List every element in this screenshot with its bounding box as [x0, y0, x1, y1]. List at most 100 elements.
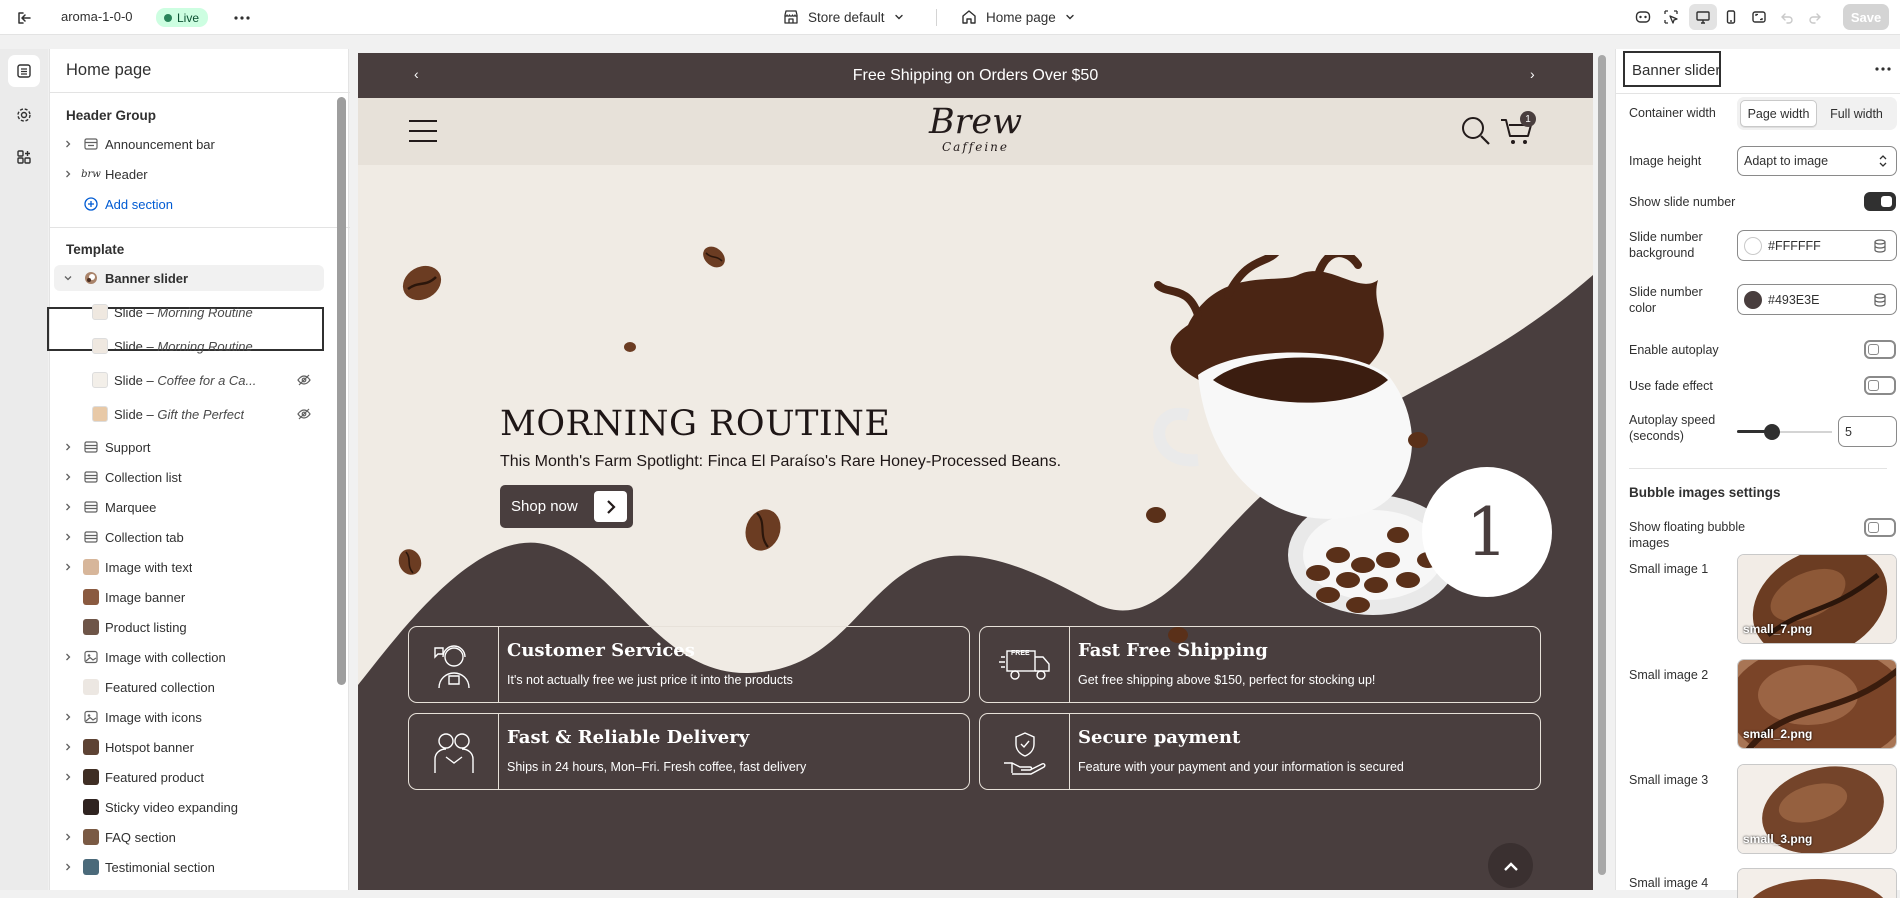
feature-fast-free-shipping[interactable]: FREE Fast Free Shipping Get free shippin… [979, 626, 1541, 703]
chevron-right-icon[interactable] [59, 828, 77, 846]
chevron-right-icon[interactable] [59, 858, 77, 876]
autoplay-speed-slider[interactable] [1737, 424, 1832, 440]
sidebar-item-image-with-text[interactable]: Image with text [54, 554, 324, 580]
chevron-right-icon[interactable] [59, 498, 77, 516]
page-width-option[interactable]: Page width [1740, 100, 1817, 127]
left-rail [0, 49, 48, 890]
chevron-right-icon[interactable] [59, 165, 77, 183]
redo-icon[interactable] [1801, 4, 1829, 30]
people-icon [409, 714, 499, 789]
small-image-picker[interactable]: small_2.png [1737, 659, 1897, 749]
sidebar-item-marquee[interactable]: Marquee [54, 494, 324, 520]
chevron-right-icon[interactable] [59, 768, 77, 786]
desktop-icon[interactable] [1689, 4, 1717, 30]
preview-scroll-thumb[interactable] [1598, 55, 1606, 875]
sidebar-item-support[interactable]: Support [54, 434, 324, 460]
search-icon[interactable] [1461, 116, 1491, 146]
hero-subtitle: This Month's Farm Spotlight: Finca El Pa… [500, 453, 1062, 470]
autoplay-speed-input[interactable]: 5 [1838, 416, 1897, 447]
back-to-top-button[interactable] [1488, 843, 1533, 888]
sidebar-item-slide[interactable]: Slide – Gift the Perfect [86, 401, 324, 427]
slide-number-bg-input[interactable]: #FFFFFF [1737, 230, 1897, 261]
sidebar-item-slide[interactable]: Slide – Coffee for a Ca... [86, 367, 324, 393]
shop-now-button[interactable]: Shop now [500, 485, 633, 528]
sidebar-item-image-with-collection[interactable]: Image with collection [54, 644, 324, 670]
sections-icon[interactable] [8, 55, 40, 87]
sidebar-item-faq-section[interactable]: FAQ section [54, 824, 324, 850]
feature-secure-payment[interactable]: Secure payment Feature with your payment… [979, 713, 1541, 790]
home-icon [960, 8, 978, 26]
slide-number-color-input[interactable]: #493E3E [1737, 284, 1897, 315]
page-selector[interactable]: Home page [960, 8, 1076, 26]
chevron-right-icon[interactable] [59, 468, 77, 486]
feature-customer-services[interactable]: Customer Services It's not actually free… [408, 626, 970, 703]
mobile-icon[interactable] [1717, 4, 1745, 30]
undo-icon[interactable] [1773, 4, 1801, 30]
ai-icon[interactable] [1629, 4, 1657, 30]
exit-icon[interactable] [14, 8, 34, 28]
chevron-right-icon[interactable] [59, 738, 77, 756]
full-width-option[interactable]: Full width [1819, 100, 1894, 127]
save-button[interactable]: Save [1843, 4, 1889, 30]
store-selector[interactable]: Store default [782, 8, 905, 26]
chevron-right-icon[interactable] [59, 708, 77, 726]
apps-icon[interactable] [8, 141, 40, 173]
dynamic-source-icon[interactable] [1872, 292, 1888, 308]
more-options-icon[interactable] [1873, 61, 1893, 77]
sidebar-item-collection-list[interactable]: Collection list [54, 464, 324, 490]
slide-thumbnail-icon [92, 304, 108, 320]
hidden-eye-icon[interactable] [296, 372, 312, 388]
sidebar-item-hotspot-banner[interactable]: Hotspot banner [54, 734, 324, 760]
coffee-bean-icon [398, 549, 422, 575]
announcement-next-icon[interactable]: › [1530, 66, 1535, 82]
inspector-icon[interactable] [1657, 4, 1685, 30]
settings-gear-icon[interactable] [8, 99, 40, 131]
sidebar-item-announcement-bar[interactable]: Announcement bar [54, 131, 324, 157]
show-slide-number-toggle[interactable] [1864, 192, 1896, 211]
sidebar-item-label: Announcement bar [105, 136, 215, 152]
slider-thumb[interactable] [1763, 424, 1780, 440]
color-swatch[interactable] [1744, 237, 1762, 255]
feature-fast-reliable-delivery[interactable]: Fast & Reliable Delivery Ships in 24 hou… [408, 713, 970, 790]
chevron-right-icon[interactable] [59, 648, 77, 666]
sidebar-item-featured-product[interactable]: Featured product [54, 764, 324, 790]
chevron-right-icon[interactable] [59, 528, 77, 546]
sidebar-item-collection-tab[interactable]: Collection tab [54, 524, 324, 550]
floating-bubble-toggle[interactable] [1864, 518, 1896, 537]
dynamic-source-icon[interactable] [1872, 238, 1888, 254]
sidebar-item-image-with-icons[interactable]: Image with icons [54, 704, 324, 730]
sidebar-item-featured-collection[interactable]: Featured collection [54, 674, 324, 700]
arrow-right-icon [594, 491, 627, 522]
sidebar-item-slide[interactable]: Slide – Morning Routine [86, 299, 324, 325]
shop-now-label: Shop now [511, 498, 578, 515]
add-section-button[interactable]: Add section [54, 191, 324, 217]
announcement-bar[interactable]: ‹ Free Shipping on Orders Over $50 › [358, 53, 1593, 98]
sidebar-scrollbar[interactable] [337, 97, 346, 685]
sidebar-item-slide[interactable]: Slide – Morning Routine [86, 333, 324, 359]
small-image-picker[interactable]: small_7.png [1737, 554, 1897, 644]
sidebar-item-banner-slider[interactable]: Banner slider [54, 265, 324, 291]
slide-prefix: Slide – [114, 304, 158, 320]
color-swatch[interactable] [1744, 291, 1762, 309]
sidebar-item-header[interactable]: brw Header [54, 161, 324, 187]
chevron-right-icon[interactable] [59, 558, 77, 576]
image-height-select[interactable]: Adapt to image [1737, 146, 1897, 176]
small-image-picker[interactable] [1737, 868, 1897, 898]
sidebar-item-product-listing[interactable]: Product listing [54, 614, 324, 640]
sidebar-item-image-banner[interactable]: Image banner [54, 584, 324, 610]
small-image-picker[interactable]: small_3.png [1737, 764, 1897, 854]
sidebar-item-testimonial-section[interactable]: Testimonial section [54, 854, 324, 880]
hidden-eye-icon[interactable] [296, 406, 312, 422]
fullscreen-icon[interactable] [1745, 4, 1773, 30]
chevron-down-icon[interactable] [59, 269, 77, 287]
hero-banner[interactable]: MORNING ROUTINE This Month's Farm Spotli… [358, 165, 1593, 890]
sidebar-item-sticky-video-expanding[interactable]: Sticky video expanding [54, 794, 324, 820]
enable-autoplay-toggle[interactable] [1864, 340, 1896, 359]
preview-scrollbar[interactable] [1598, 55, 1606, 875]
fade-effect-toggle[interactable] [1864, 376, 1896, 395]
more-options-icon[interactable] [232, 8, 252, 28]
image-filename: small_7.png [1743, 622, 1813, 636]
chevron-right-icon[interactable] [59, 438, 77, 456]
logo-main[interactable]: Brew [358, 102, 1593, 142]
chevron-right-icon[interactable] [59, 135, 77, 153]
